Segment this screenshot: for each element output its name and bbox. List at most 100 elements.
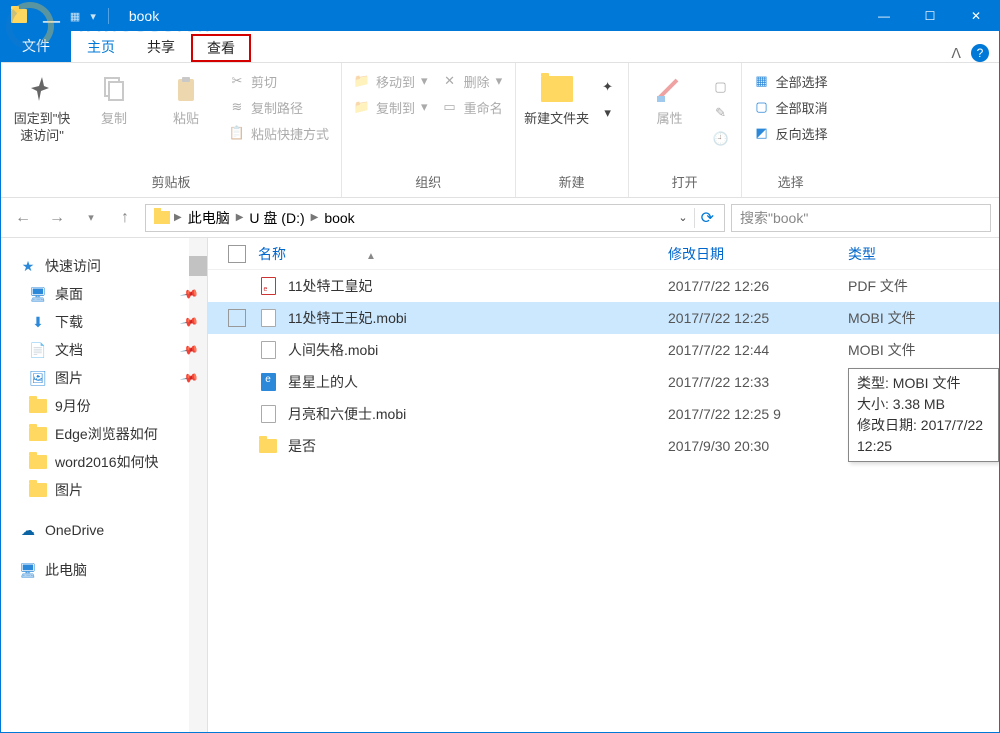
copyto-icon: 📁 (354, 99, 370, 115)
pin-quickaccess-button[interactable]: 固定到"快速访问" (9, 69, 75, 145)
copypath-icon: ≋ (229, 99, 245, 115)
onedrive-icon: ☁ (19, 522, 37, 538)
moveto-button[interactable]: 📁移动到 ▾ (350, 69, 432, 93)
sidebar-desktop[interactable]: 🖥桌面📌 (1, 280, 207, 308)
refresh-button[interactable]: ⟳ (694, 208, 720, 228)
sidebar-sept[interactable]: 9月份 (1, 392, 207, 420)
ribbon-group-clipboard: 固定到"快速访问" 复制 粘贴 ✂剪切 ≋复制路径 📋粘贴快捷方式 剪贴板 (1, 63, 342, 197)
file-date: 2017/7/22 12:25 (668, 310, 848, 326)
up-button[interactable]: ↑ (111, 204, 139, 232)
rename-button[interactable]: ▭重命名 (438, 95, 507, 119)
sidebar-thispc[interactable]: 🖥此电脑 (1, 556, 207, 584)
help-icon[interactable]: ? (971, 44, 989, 62)
folder-icon (29, 482, 47, 498)
file-date: 2017/7/22 12:44 (668, 342, 848, 358)
tab-file[interactable]: 文件 (1, 30, 71, 62)
selectnone-icon: ▢ (754, 99, 770, 115)
maximize-button[interactable]: ☐ (907, 1, 953, 31)
main-area: ★快速访问 🖥桌面📌 ⬇下载📌 📄文档📌 🖼图片📌 9月份 Edge浏览器如何 … (1, 238, 999, 732)
recent-dropdown[interactable]: ▾ (77, 204, 105, 232)
pc-icon: 🖥 (19, 562, 37, 578)
breadcrumb-thispc[interactable]: 此电脑 (182, 208, 236, 228)
group-label: 剪贴板 (152, 168, 191, 197)
group-label: 选择 (778, 168, 804, 197)
easyaccess-icon: ▾ (600, 105, 616, 121)
breadcrumb-drive[interactable]: U 盘 (D:) (243, 208, 310, 228)
sidebar-onedrive[interactable]: ☁OneDrive (1, 518, 207, 542)
column-type[interactable]: 类型 (848, 244, 876, 264)
new-folder-button[interactable]: 新建文件夹 (524, 69, 590, 128)
close-button[interactable]: ✕ (953, 1, 999, 31)
select-all-button[interactable]: ▦全部选择 (750, 69, 832, 93)
copypath-button[interactable]: ≋复制路径 (225, 95, 333, 119)
chevron-icon[interactable]: ▶ (311, 212, 319, 223)
sidebar-pictures2[interactable]: 图片 (1, 476, 207, 504)
easy-access-button[interactable]: ▾ (596, 101, 620, 125)
forward-button[interactable]: → (43, 204, 71, 232)
collapse-ribbon-icon[interactable]: ᐱ (951, 45, 961, 62)
tab-share[interactable]: 共享 (131, 32, 191, 62)
delete-icon: ✕ (442, 73, 458, 89)
open-icon: ▢ (713, 79, 729, 95)
history-button[interactable]: 🕘 (709, 127, 733, 151)
separator (108, 8, 109, 24)
copy-icon (96, 71, 132, 107)
delete-button[interactable]: ✕删除 ▾ (438, 69, 507, 93)
copyto-button[interactable]: 📁复制到 ▾ (350, 95, 432, 119)
paste-button[interactable]: 粘贴 (153, 69, 219, 128)
open-button[interactable]: ▢ (709, 75, 733, 99)
breadcrumb-folder[interactable]: book (318, 210, 360, 226)
sidebar-word[interactable]: word2016如何快 (1, 448, 207, 476)
new-folder-icon (539, 71, 575, 107)
edit-button[interactable]: ✎ (709, 101, 733, 125)
invert-icon: ◩ (754, 125, 770, 141)
downloads-icon: ⬇ (29, 314, 47, 330)
sidebar-quick-access[interactable]: ★快速访问 (1, 252, 207, 280)
folder-icon (29, 454, 47, 470)
back-button[interactable]: ← (9, 204, 37, 232)
chevron-icon[interactable]: ▶ (236, 212, 244, 223)
address-dropdown-icon[interactable]: ⌄ (678, 211, 687, 224)
qat-dropdown-icon[interactable]: ▾ (90, 10, 96, 23)
file-date: 2017/7/22 12:25 9 (668, 406, 848, 422)
star-icon: ★ (19, 258, 37, 274)
file-row[interactable]: 11处特工王妃.mobi2017/7/22 12:25MOBI 文件 (208, 302, 999, 334)
folder-icon (11, 9, 27, 23)
chevron-icon[interactable]: ▶ (174, 212, 182, 223)
cut-button[interactable]: ✂剪切 (225, 69, 333, 93)
edit-icon: ✎ (713, 105, 729, 121)
folder-icon (29, 398, 47, 414)
new-item-button[interactable]: ✦ (596, 75, 620, 99)
address-bar[interactable]: ▶ 此电脑 ▶ U 盘 (D:) ▶ book ⌄ ⟳ (145, 204, 725, 232)
pdf-icon: e (261, 277, 276, 295)
paste-icon (168, 71, 204, 107)
column-modified[interactable]: 修改日期 (668, 244, 848, 264)
qat-props-icon[interactable]: ▁▁ (43, 10, 60, 23)
column-name[interactable]: 名称▲ (258, 244, 668, 264)
select-none-button[interactable]: ▢全部取消 (750, 95, 832, 119)
tab-home[interactable]: 主页 (71, 32, 131, 62)
folder-icon (154, 211, 170, 224)
file-row[interactable]: e11处特工皇妃2017/7/22 12:26PDF 文件 (208, 270, 999, 302)
properties-button[interactable]: 属性 (637, 69, 703, 128)
ribbon-group-open: 属性 ▢ ✎ 🕘 打开 (629, 63, 742, 197)
select-all-checkbox[interactable] (228, 245, 246, 263)
invert-selection-button[interactable]: ◩反向选择 (750, 121, 832, 145)
copy-button[interactable]: 复制 (81, 69, 147, 128)
sidebar-edge[interactable]: Edge浏览器如何 (1, 420, 207, 448)
search-input[interactable]: 搜索"book" (731, 204, 991, 232)
ribbon-tabs: 文件 主页 共享 查看 ᐱ ? (1, 31, 999, 63)
sidebar-documents[interactable]: 📄文档📌 (1, 336, 207, 364)
minimize-button[interactable]: — (861, 1, 907, 31)
tab-view[interactable]: 查看 (191, 34, 251, 62)
ribbon-body: 固定到"快速访问" 复制 粘贴 ✂剪切 ≋复制路径 📋粘贴快捷方式 剪贴板 (1, 63, 999, 198)
paste-shortcut-button[interactable]: 📋粘贴快捷方式 (225, 121, 333, 145)
sidebar-downloads[interactable]: ⬇下载📌 (1, 308, 207, 336)
row-checkbox[interactable] (228, 309, 246, 327)
file-date: 2017/7/22 12:33 (668, 374, 848, 390)
file-row[interactable]: 人间失格.mobi2017/7/22 12:44MOBI 文件 (208, 334, 999, 366)
sidebar-scrollbar[interactable] (189, 238, 207, 732)
nav-row: ← → ▾ ↑ ▶ 此电脑 ▶ U 盘 (D:) ▶ book ⌄ ⟳ 搜索"b… (1, 198, 999, 238)
sidebar-pictures[interactable]: 🖼图片📌 (1, 364, 207, 392)
qat-new-icon[interactable]: ▦ (70, 10, 80, 23)
